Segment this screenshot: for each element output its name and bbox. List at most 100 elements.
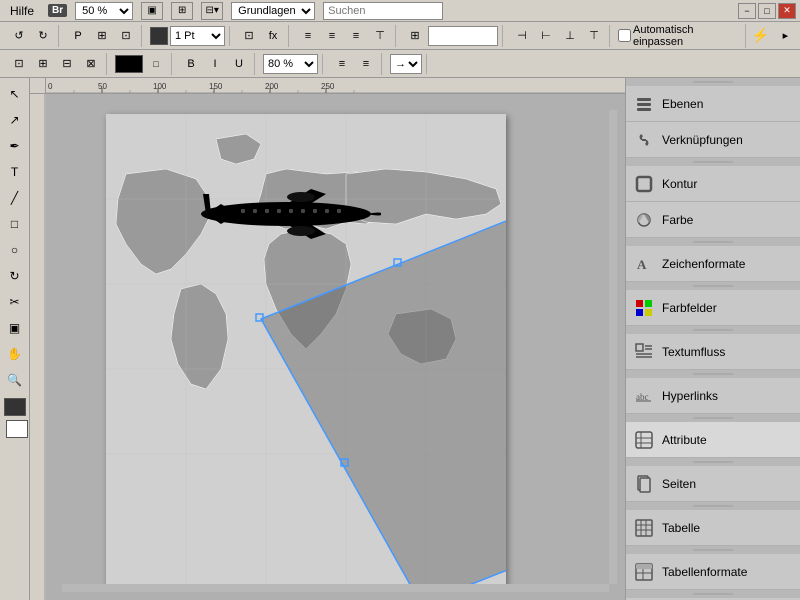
kontur-label: Kontur	[662, 177, 697, 191]
scissors-tool[interactable]: ✂	[3, 290, 27, 314]
foreground-color-btn[interactable]	[4, 398, 26, 416]
textumfluss-label: Textumfluss	[662, 345, 725, 359]
rect-tool[interactable]: □	[3, 212, 27, 236]
extra-btn[interactable]: ▸	[775, 25, 796, 47]
workspace-select[interactable]: Grundlagen	[231, 2, 315, 20]
canvas-area[interactable]: 0 50 100 150 200 250	[30, 78, 625, 600]
panel-collapse-btn[interactable]: ›	[625, 178, 626, 208]
stroke-width-select[interactable]: 1 Pt 2 Pt	[170, 26, 225, 46]
br-badge[interactable]: Br	[48, 4, 67, 17]
attribute-label: Attribute	[662, 433, 707, 447]
svg-text:0: 0	[48, 82, 53, 91]
opacity-select[interactable]: 80 % 100 %	[263, 54, 318, 74]
dist-btn4[interactable]: ⊤	[583, 25, 605, 47]
panel-item-tabellenformate[interactable]: Tabellenformate	[626, 554, 800, 590]
stroke-color-swatch[interactable]	[150, 27, 168, 45]
align-top-btn[interactable]: ⊤	[369, 25, 391, 47]
tool2-btn2[interactable]: ⊞	[32, 53, 54, 75]
close-btn[interactable]: ✕	[778, 3, 796, 19]
bold-btn[interactable]: B	[180, 53, 202, 75]
fill-none-btn[interactable]: □	[145, 53, 167, 75]
maximize-btn[interactable]: □	[758, 3, 776, 19]
window-controls: − □ ✕	[738, 3, 796, 19]
arrow-group: →	[386, 54, 427, 74]
position-ref-btn[interactable]: ⊞	[404, 25, 426, 47]
panel-item-verknuepfungen[interactable]: Verknüpfungen	[626, 122, 800, 158]
select-tool[interactable]: ↖	[3, 82, 27, 106]
rotate-tool[interactable]: ↻	[3, 264, 27, 288]
panel-item-farbfelder[interactable]: Farbfelder	[626, 290, 800, 326]
panel-item-farbe[interactable]: Farbe	[626, 202, 800, 238]
panel-item-hyperlinks[interactable]: abc Hyperlinks	[626, 378, 800, 414]
tool-btn3[interactable]: ⊡	[115, 25, 137, 47]
document-canvas[interactable]	[46, 94, 617, 592]
autofit-group: Automatisch einpassen	[614, 24, 746, 48]
arrow-start-select[interactable]: →	[390, 54, 422, 74]
panel-item-kontur[interactable]: Kontur	[626, 166, 800, 202]
tool2-btn3[interactable]: ⊟	[56, 53, 78, 75]
view-mode-btn3[interactable]: ⊟▾	[201, 2, 223, 20]
menu-hilfe[interactable]: Hilfe	[4, 2, 40, 20]
tool-btn1[interactable]: P	[67, 25, 89, 47]
farbfelder-label: Farbfelder	[662, 301, 717, 315]
seiten-icon	[634, 474, 654, 494]
tool2-btn4[interactable]: ⊠	[80, 53, 102, 75]
zeichenformate-icon: A	[634, 254, 654, 274]
panel-separator-8	[626, 458, 800, 466]
redo-btn[interactable]: ↻	[32, 25, 54, 47]
dist-btn2[interactable]: ⊢	[535, 25, 557, 47]
lightning-btn[interactable]: ⚡	[750, 25, 771, 47]
ruler-corner	[30, 78, 46, 94]
panel-item-seiten[interactable]: Seiten	[626, 466, 800, 502]
rotate-btn[interactable]: fx	[262, 25, 284, 47]
canvas-scrollbar-horizontal[interactable]	[62, 584, 609, 592]
view-mode-btn2[interactable]: ⊞	[171, 2, 193, 20]
ruler-top: 0 50 100 150 200 250	[46, 78, 625, 94]
hand-tool[interactable]: ✋	[3, 342, 27, 366]
ellipse-tool[interactable]: ○	[3, 238, 27, 262]
scale-btn[interactable]: ⊡	[238, 25, 260, 47]
italic-btn[interactable]: I	[204, 53, 226, 75]
tool-btn2[interactable]: ⊞	[91, 25, 113, 47]
svg-text:250: 250	[321, 82, 335, 91]
align-right-btn[interactable]: ≡	[345, 25, 367, 47]
panel-item-attribute[interactable]: Attribute	[626, 422, 800, 458]
distribute-group: ⊣ ⊢ ⊥ ⊤	[507, 25, 610, 47]
underline-btn[interactable]: U	[228, 53, 250, 75]
type-tool[interactable]: T	[3, 160, 27, 184]
panel-item-ebenen[interactable]: Ebenen	[626, 86, 800, 122]
autofit-checkbox[interactable]	[618, 29, 631, 42]
text-align-left[interactable]: ≡	[331, 53, 353, 75]
undo-btn[interactable]: ↺	[8, 25, 30, 47]
panel-item-tabelle[interactable]: Tabelle	[626, 510, 800, 546]
dist-btn3[interactable]: ⊥	[559, 25, 581, 47]
text-format-group: B I U	[176, 53, 255, 75]
direct-select-tool[interactable]: ↗	[3, 108, 27, 132]
pen-tool[interactable]: ✒	[3, 134, 27, 158]
opacity-group: 80 % 100 %	[259, 54, 323, 74]
panel-item-zeichenformate[interactable]: A Zeichenformate	[626, 246, 800, 282]
align-left-btn[interactable]: ≡	[297, 25, 319, 47]
svg-text:100: 100	[153, 82, 167, 91]
zoom-tool[interactable]: 🔍	[3, 368, 27, 392]
farbe-label: Farbe	[662, 213, 693, 227]
tool-icons-group: ⊡ ⊞ ⊟ ⊠	[4, 53, 107, 75]
kontur-icon	[634, 174, 654, 194]
background-color-btn[interactable]	[6, 420, 28, 438]
panel-item-textumfluss[interactable]: Textumfluss	[626, 334, 800, 370]
dist-btn1[interactable]: ⊣	[511, 25, 533, 47]
canvas-scrollbar-vertical[interactable]	[609, 110, 617, 584]
panel-separator-10	[626, 546, 800, 554]
text-align-center[interactable]: ≡	[355, 53, 377, 75]
zoom-select[interactable]: 50 % 75 % 100 %	[75, 2, 133, 20]
align-center-btn[interactable]: ≡	[321, 25, 343, 47]
x-position-field[interactable]: 4,233 mm	[428, 26, 498, 46]
search-input[interactable]	[323, 2, 443, 20]
line-tool[interactable]: ╱	[3, 186, 27, 210]
fill-color-swatch[interactable]	[115, 55, 143, 73]
minimize-btn[interactable]: −	[738, 3, 756, 19]
tool2-btn1[interactable]: ⊡	[8, 53, 30, 75]
svg-text:150: 150	[209, 82, 223, 91]
gradient-tool[interactable]: ▣	[3, 316, 27, 340]
view-mode-btn1[interactable]: ▣	[141, 2, 163, 20]
